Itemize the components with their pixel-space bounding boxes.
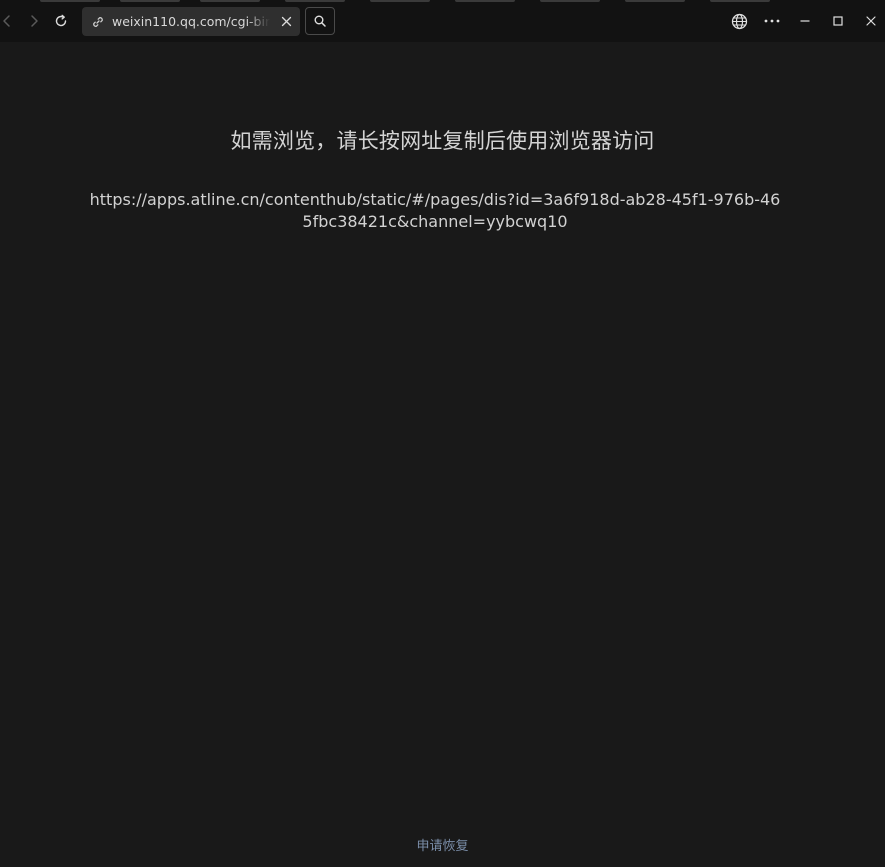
more-horizontal-icon <box>764 19 780 23</box>
page-title: 如需浏览，请长按网址复制后使用浏览器访问 <box>230 129 655 153</box>
tab-edge[interactable] <box>540 0 600 2</box>
reload-icon <box>55 14 67 27</box>
back-arrow-icon <box>3 15 10 27</box>
page-content: 如需浏览，请长按网址复制后使用浏览器访问 https://apps.atline… <box>0 42 885 867</box>
target-url-text[interactable]: https://apps.atline.cn/contenthub/static… <box>88 189 782 233</box>
tab-edge[interactable] <box>710 0 770 2</box>
globe-icon <box>731 13 747 29</box>
tab-edge[interactable] <box>200 0 260 2</box>
tab-edge[interactable] <box>370 0 430 2</box>
tab-strip-edge <box>0 0 885 3</box>
tab-edge[interactable] <box>285 0 345 2</box>
address-bar[interactable]: weixin110.qq.com/cgi-bin/mmspamsupport-b… <box>82 7 300 36</box>
maximize-icon <box>833 16 843 26</box>
maximize-button[interactable] <box>824 7 852 35</box>
tab-edge[interactable] <box>625 0 685 2</box>
forward-button[interactable] <box>19 6 49 36</box>
browser-toolbar: weixin110.qq.com/cgi-bin/mmspamsupport-b… <box>0 0 885 42</box>
clear-address-button[interactable] <box>279 14 294 29</box>
window-close-icon <box>866 16 876 26</box>
tab-edge[interactable] <box>455 0 515 2</box>
window-close-button[interactable] <box>857 7 885 35</box>
appeal-restore-link[interactable]: 申请恢复 <box>0 835 885 854</box>
minimize-button[interactable] <box>791 7 819 35</box>
more-options-button[interactable] <box>758 7 786 35</box>
reload-button[interactable] <box>46 6 76 36</box>
search-icon <box>314 15 326 27</box>
translate-button[interactable] <box>725 7 753 35</box>
minimize-icon <box>800 20 810 22</box>
search-button[interactable] <box>305 7 335 35</box>
address-text[interactable]: weixin110.qq.com/cgi-bin/mmspamsupport-b… <box>112 14 270 29</box>
tab-edge[interactable] <box>40 0 100 2</box>
tab-edge[interactable] <box>120 0 180 2</box>
close-icon <box>281 16 292 27</box>
link-icon <box>91 15 105 29</box>
browser-window: weixin110.qq.com/cgi-bin/mmspamsupport-b… <box>0 0 885 867</box>
forward-arrow-icon <box>31 15 38 27</box>
